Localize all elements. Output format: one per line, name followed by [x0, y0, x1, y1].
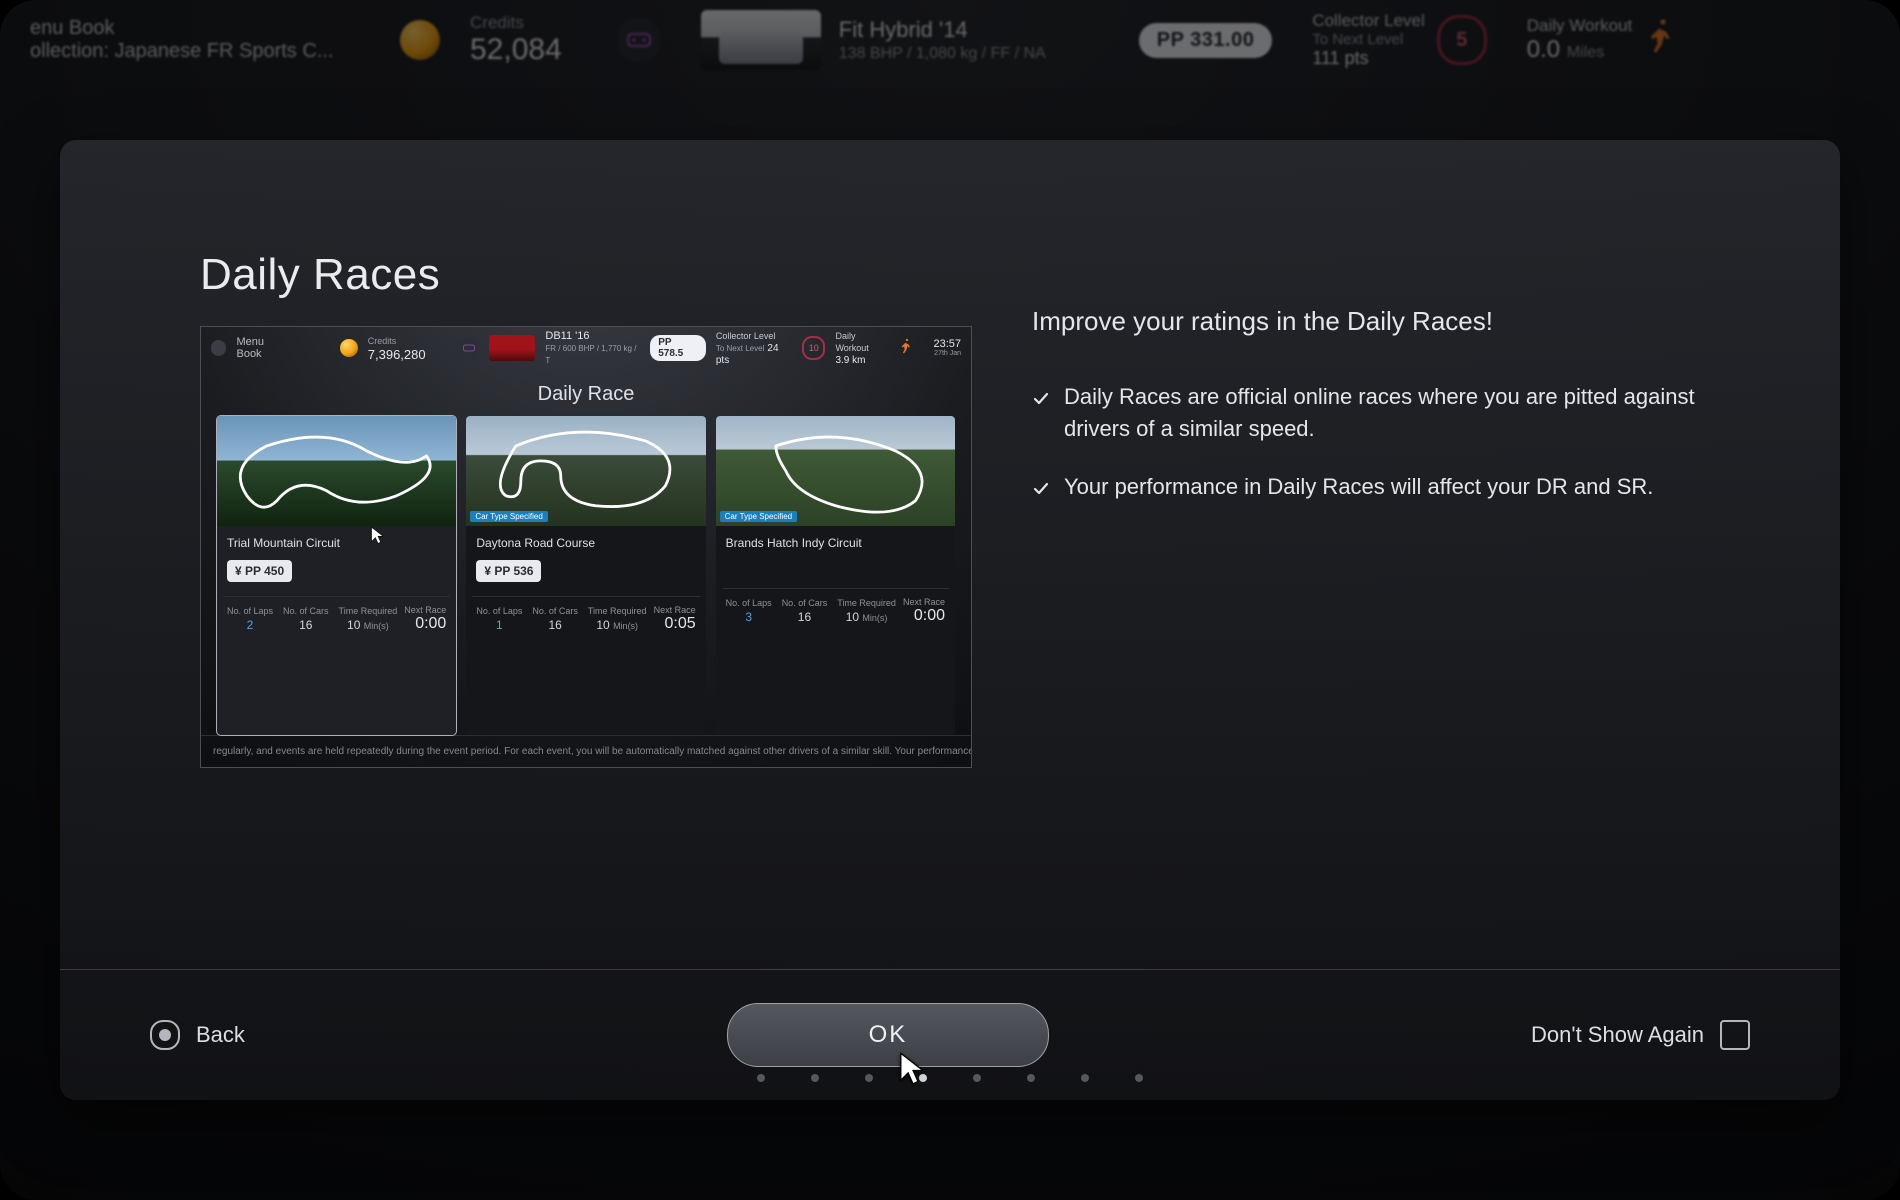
- page-dot[interactable]: [919, 1074, 927, 1082]
- circle-icon: [150, 1020, 180, 1050]
- tutorial-panel: Daily Races Menu Book Credits7,396,280 D…: [60, 140, 1840, 1100]
- race-card: RACE CCar Type SpecifiedBrands Hatch Ind…: [716, 416, 955, 735]
- pv-car-spec: FR / 600 BHP / 1,770 kg / T: [545, 344, 636, 365]
- cursor-icon: [369, 526, 387, 549]
- page-indicator: [60, 1074, 1840, 1082]
- pv-car-thumbnail: [489, 335, 535, 361]
- tutorial-bullet: Daily Races are official online races wh…: [1032, 381, 1700, 445]
- check-icon: [1032, 385, 1050, 445]
- pv-workout-value: 3.9 km: [835, 355, 865, 366]
- gt-logo-icon: [211, 340, 226, 356]
- pv-workout-label: Daily Workout: [835, 331, 868, 353]
- race-stats: No. of Laps1 No. of Cars16 Time Required…: [466, 601, 705, 641]
- pv-clock: 23:5727th Jan: [934, 338, 962, 358]
- dont-show-label: Don't Show Again: [1531, 1022, 1704, 1048]
- page-dot[interactable]: [973, 1074, 981, 1082]
- pv-collector-label: Collector Level: [716, 331, 776, 341]
- page-dot[interactable]: [811, 1074, 819, 1082]
- page-dot[interactable]: [1027, 1074, 1035, 1082]
- back-label: Back: [196, 1022, 245, 1048]
- pp-requirement: ¥ PP 450: [227, 560, 292, 582]
- track-image: Car Type Specified: [716, 416, 955, 526]
- pv-ticker-text: regularly, and events are held repeatedl…: [201, 735, 971, 767]
- check-icon: [1032, 475, 1050, 507]
- page-dot[interactable]: [757, 1074, 765, 1082]
- dont-show-again-toggle[interactable]: Don't Show Again: [1531, 1020, 1750, 1050]
- pp-requirement: ¥ PP 536: [476, 560, 541, 582]
- back-button[interactable]: Back: [150, 1020, 245, 1050]
- race-card: Trial Mountain Circuit ¥ PP 450 No. of La…: [217, 416, 456, 735]
- ok-label: OK: [869, 1021, 908, 1049]
- pv-collector-level-badge: 10: [802, 336, 825, 360]
- tutorial-headline: Improve your ratings in the Daily Races!: [1032, 306, 1700, 337]
- track-name: Trial Mountain Circuit: [217, 526, 456, 550]
- race-stats: No. of Laps2 No. of Cars16 Time Required…: [217, 601, 456, 641]
- track-name: Daytona Road Course: [466, 526, 705, 550]
- page-dot[interactable]: [865, 1074, 873, 1082]
- checkbox-icon: [1720, 1020, 1750, 1050]
- page-dot[interactable]: [1135, 1074, 1143, 1082]
- track-name: Brands Hatch Indy Circuit: [716, 526, 955, 550]
- pv-coin-icon: [340, 339, 357, 357]
- pv-controller-icon: [460, 338, 479, 358]
- tutorial-bullet: Your performance in Daily Races will aff…: [1032, 471, 1700, 507]
- pv-credits-value: 7,396,280: [368, 347, 426, 362]
- pv-pp-badge: PP 578.5: [650, 335, 706, 361]
- pv-runner-icon: [900, 338, 914, 359]
- page-dot[interactable]: [1081, 1074, 1089, 1082]
- track-image: [217, 416, 456, 526]
- car-type-tag: Car Type Specified: [470, 511, 547, 522]
- track-image: Car Type Specified: [466, 416, 705, 526]
- race-stats: No. of Laps3 No. of Cars16 Time Required…: [716, 593, 955, 633]
- pv-section-title: Daily Race: [201, 383, 971, 406]
- ok-button[interactable]: OK: [727, 1003, 1049, 1067]
- race-card: RACE BCar Type SpecifiedDaytona Road Cou…: [466, 416, 705, 735]
- pv-menu-book: Menu Book: [236, 336, 290, 360]
- pv-car-name: DB11 '16: [545, 330, 589, 342]
- preview-screenshot: Menu Book Credits7,396,280 DB11 '16 FR / …: [200, 326, 972, 768]
- pv-credits-label: Credits: [368, 336, 397, 346]
- page-title: Daily Races: [200, 250, 972, 300]
- car-type-tag: Car Type Specified: [720, 511, 797, 522]
